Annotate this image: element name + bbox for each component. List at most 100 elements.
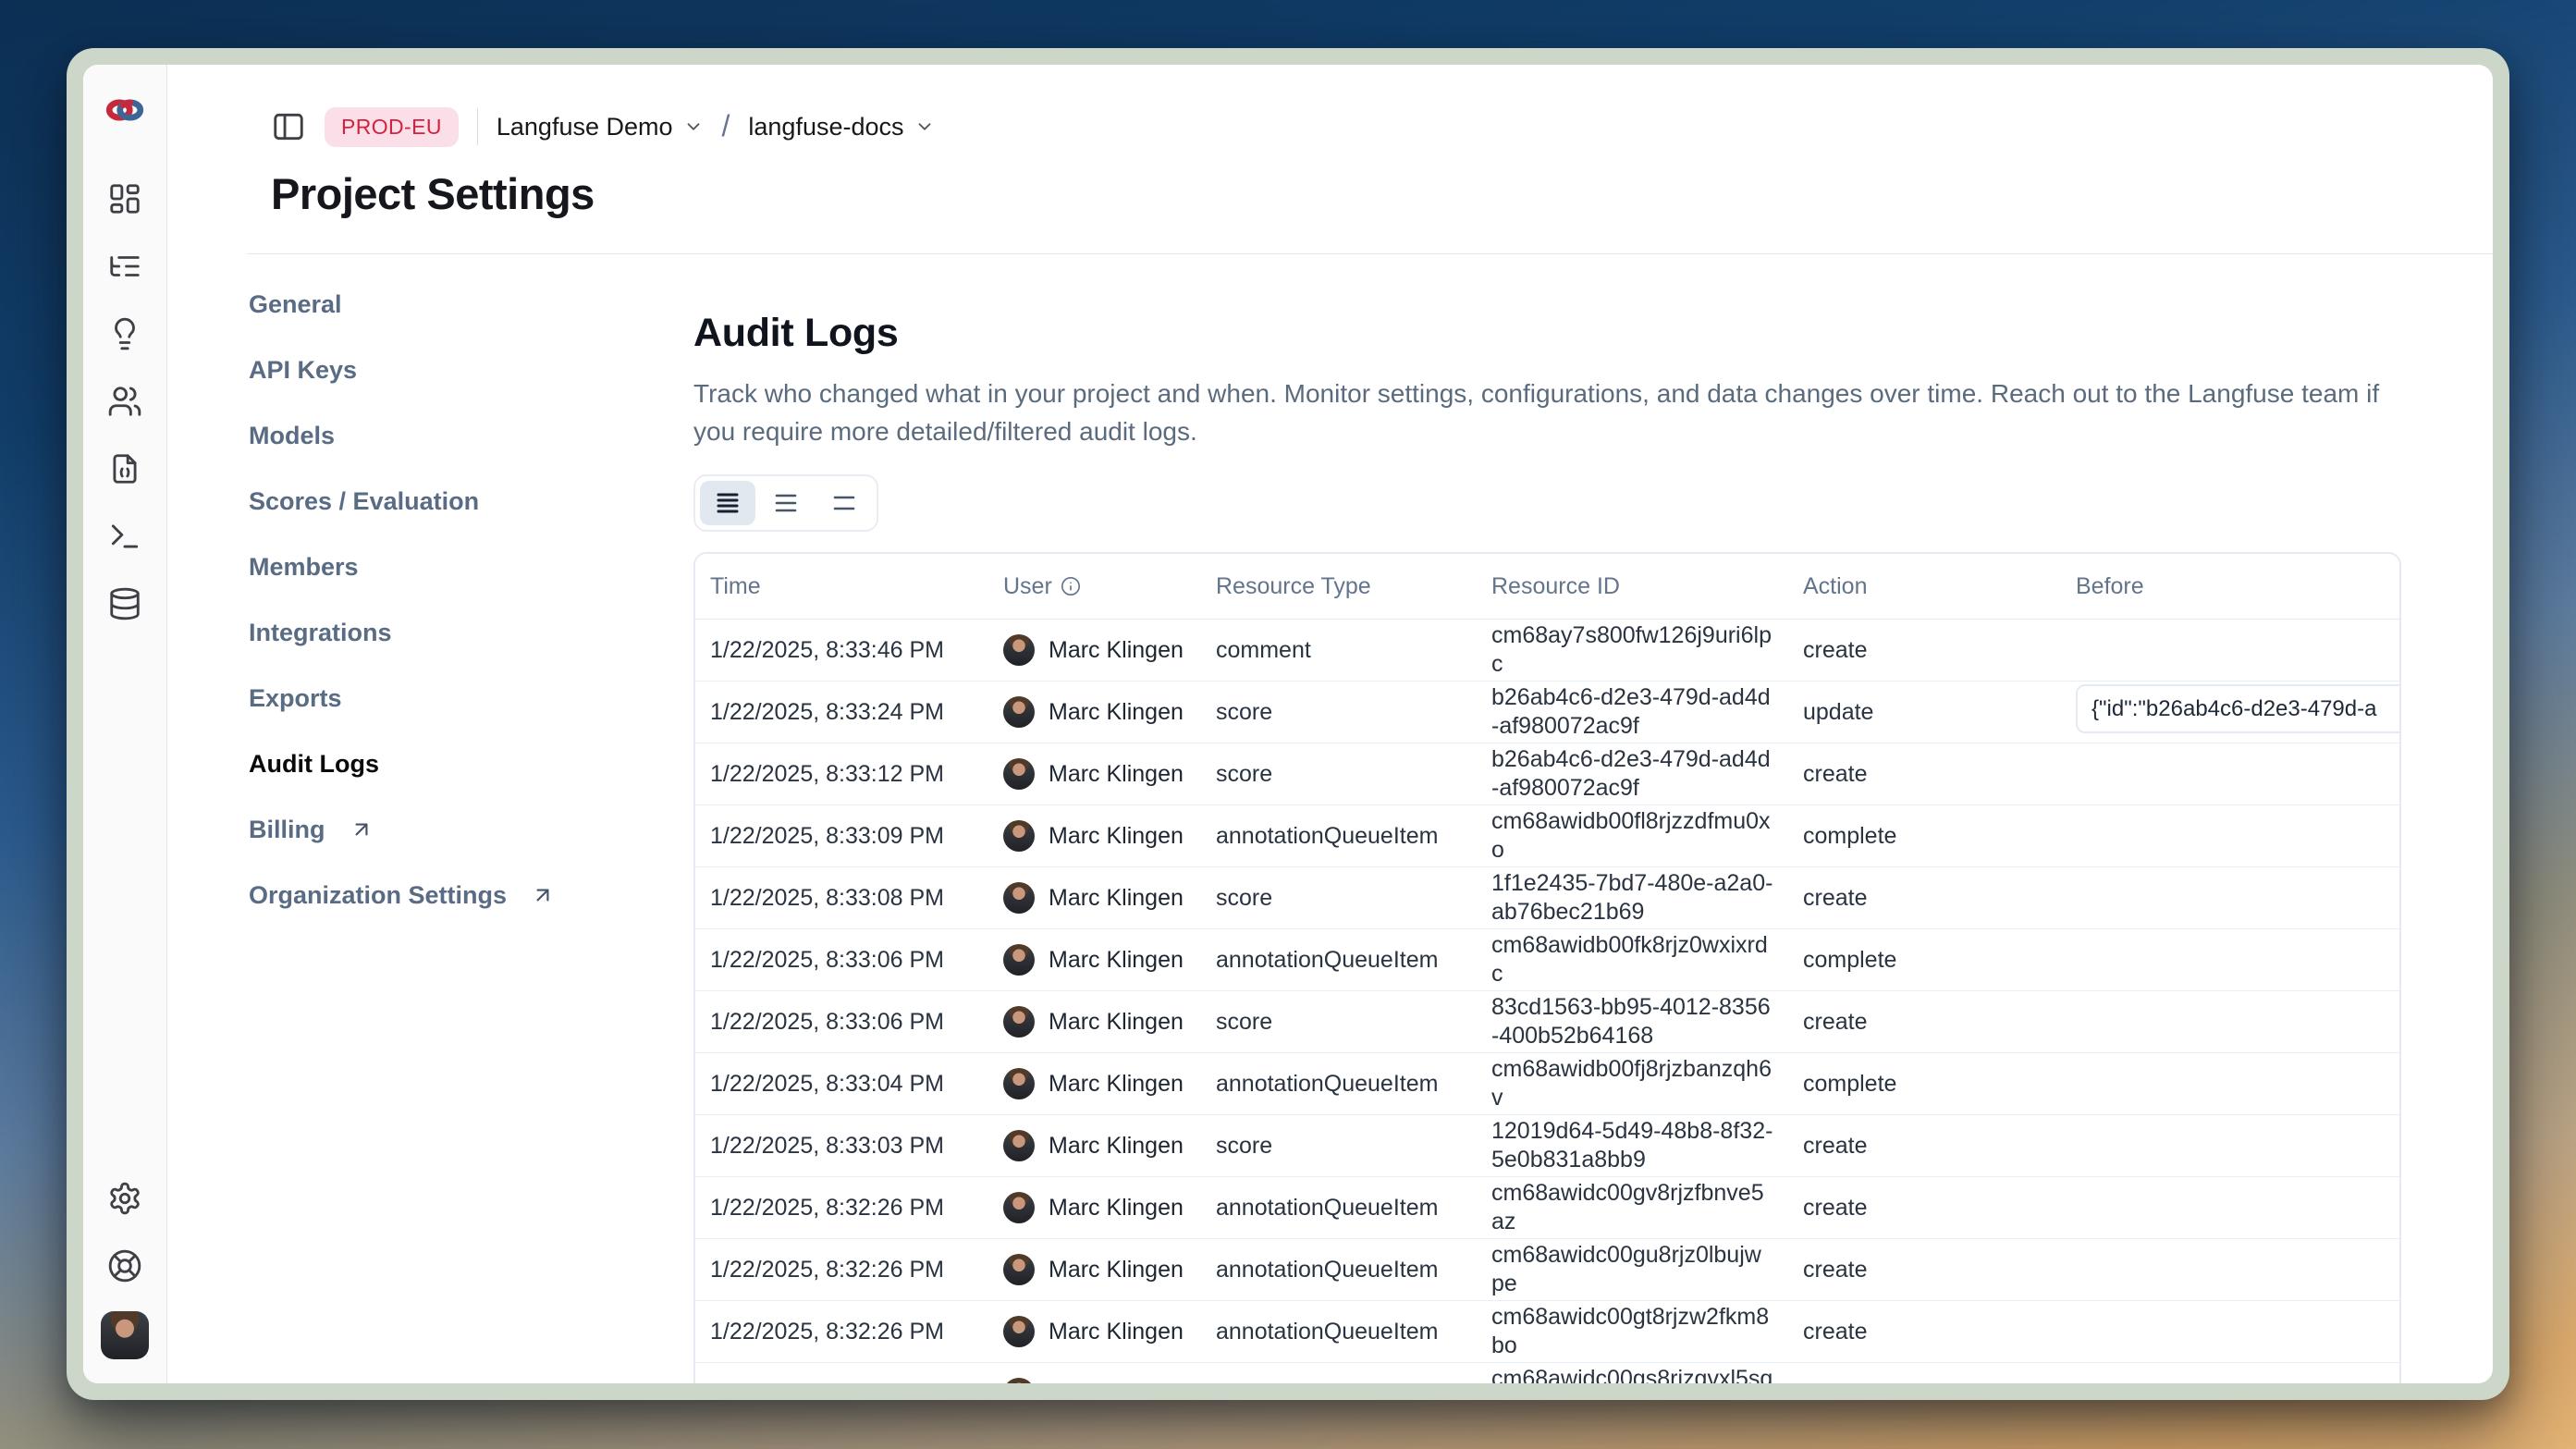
cell-resource-id: 12019d64-5d49-48b8-8f32-5e0b831a8bb9 bbox=[1477, 1115, 1788, 1177]
cell-action: complete bbox=[1788, 929, 2061, 991]
cell-resource-type: score bbox=[1201, 991, 1477, 1053]
chevron-down-icon bbox=[914, 117, 935, 137]
column-header-user: User bbox=[988, 554, 1201, 620]
cell-resource-type: annotationQueueItem bbox=[1201, 929, 1477, 991]
main-area: PROD-EU Langfuse Demo / langfuse-docs Pr… bbox=[167, 65, 2493, 1383]
playground-terminal-icon[interactable] bbox=[104, 515, 146, 558]
user-avatar bbox=[1003, 1316, 1035, 1347]
cell-action: complete bbox=[1788, 805, 2061, 867]
column-header-resource-type: Resource Type bbox=[1201, 554, 1477, 620]
table-row: 1/22/2025, 8:33:04 PM Marc Klingen annot… bbox=[695, 1053, 2399, 1115]
cell-before bbox=[2061, 1301, 2399, 1363]
row-height-small-button[interactable] bbox=[816, 481, 872, 525]
cell-time: 1/22/2025, 8:32:26 PM bbox=[695, 1301, 988, 1363]
cell-action: create bbox=[1788, 743, 2061, 805]
nav-item-label: Members bbox=[249, 553, 359, 582]
project-name: langfuse-docs bbox=[748, 113, 903, 141]
row-height-large-button[interactable] bbox=[700, 481, 755, 525]
cell-resource-type: annotationQueueItem bbox=[1201, 805, 1477, 867]
cell-resource-id: b26ab4c6-d2e3-479d-ad4d-af980072ac9f bbox=[1477, 682, 1788, 743]
cell-resource-type: annotationQueueItem bbox=[1201, 1301, 1477, 1363]
user-name: Marc Klingen bbox=[1049, 884, 1184, 913]
cell-user: Marc Klingen bbox=[988, 1363, 1201, 1384]
cell-user: Marc Klingen bbox=[988, 805, 1201, 867]
row-height-medium-button[interactable] bbox=[758, 481, 814, 525]
lightbulb-icon[interactable] bbox=[104, 313, 146, 355]
cell-time: 1/22/2025, 8:33:24 PM bbox=[695, 682, 988, 743]
user-avatar bbox=[1003, 882, 1035, 914]
prompts-file-icon[interactable] bbox=[104, 448, 146, 490]
table-row: 1/22/2025, 8:33:46 PM Marc Klingen comme… bbox=[695, 620, 2399, 682]
settings-nav-item-general[interactable]: General bbox=[249, 284, 693, 325]
sidebar-toggle-icon[interactable] bbox=[271, 109, 306, 144]
user-name: Marc Klingen bbox=[1049, 946, 1184, 975]
project-selector[interactable]: langfuse-docs bbox=[748, 113, 934, 141]
table-row: 1/22/2025, 8:33:09 PM Marc Klingen annot… bbox=[695, 805, 2399, 867]
settings-nav-item-integrations[interactable]: Integrations bbox=[249, 612, 693, 653]
langfuse-logo[interactable] bbox=[104, 89, 146, 131]
settings-nav-item-organization-settings[interactable]: Organization Settings bbox=[249, 875, 693, 915]
cell-resource-id: cm68awidb00fj8rjzbanzqh6v bbox=[1477, 1053, 1788, 1115]
settings-nav-item-billing[interactable]: Billing bbox=[249, 809, 693, 850]
cell-resource-id: cm68awidc00gt8rjzw2fkm8bo bbox=[1477, 1301, 1788, 1363]
cell-action: create bbox=[1788, 1177, 2061, 1239]
cell-resource-type: annotationQueueItem bbox=[1201, 1363, 1477, 1384]
settings-nav-item-scores-evaluation[interactable]: Scores / Evaluation bbox=[249, 481, 693, 522]
cell-user: Marc Klingen bbox=[988, 929, 1201, 991]
settings-nav-item-api-keys[interactable]: API Keys bbox=[249, 350, 693, 390]
nav-item-label: Models bbox=[249, 422, 335, 450]
cell-action: create bbox=[1788, 620, 2061, 682]
cell-before bbox=[2061, 867, 2399, 929]
user-avatar bbox=[1003, 1006, 1035, 1038]
cell-resource-id: cm68awidc00gu8rjz0lbujwpe bbox=[1477, 1239, 1788, 1301]
user-avatar[interactable] bbox=[101, 1311, 149, 1359]
cell-resource-id: 1f1e2435-7bd7-480e-a2a0-ab76bec21b69 bbox=[1477, 867, 1788, 929]
cell-resource-type: comment bbox=[1201, 620, 1477, 682]
settings-nav-item-audit-logs[interactable]: Audit Logs bbox=[249, 743, 693, 784]
user-avatar bbox=[1003, 944, 1035, 976]
cell-resource-id: cm68awidb00fl8rjzzdfmu0xo bbox=[1477, 805, 1788, 867]
settings-nav-item-exports[interactable]: Exports bbox=[249, 678, 693, 718]
user-name: Marc Klingen bbox=[1049, 636, 1184, 665]
arrow-up-right-icon bbox=[531, 883, 555, 907]
environment-badge[interactable]: PROD-EU bbox=[325, 107, 459, 147]
section-description: Track who changed what in your project a… bbox=[693, 375, 2401, 450]
icon-rail bbox=[83, 65, 167, 1383]
cell-resource-id: cm68ay7s800fw126j9uri6lpc bbox=[1477, 620, 1788, 682]
nav-item-label: API Keys bbox=[249, 356, 357, 385]
row-height-toggle bbox=[693, 474, 878, 532]
cell-time: 1/22/2025, 8:33:08 PM bbox=[695, 867, 988, 929]
cell-before bbox=[2061, 1115, 2399, 1177]
cell-user: Marc Klingen bbox=[988, 1115, 1201, 1177]
users-icon[interactable] bbox=[104, 380, 146, 423]
nav-item-label: Billing bbox=[249, 816, 325, 844]
cell-user: Marc Klingen bbox=[988, 867, 1201, 929]
settings-nav-item-members[interactable]: Members bbox=[249, 546, 693, 587]
settings-gear-icon[interactable] bbox=[104, 1177, 146, 1220]
section-title: Audit Logs bbox=[693, 310, 2401, 356]
cell-time: 1/22/2025, 8:32:26 PM bbox=[695, 1177, 988, 1239]
cell-before bbox=[2061, 743, 2399, 805]
cell-time: 1/22/2025, 8:33:09 PM bbox=[695, 805, 988, 867]
datasets-database-icon[interactable] bbox=[104, 583, 146, 625]
cell-action: create bbox=[1788, 1301, 2061, 1363]
cell-action: create bbox=[1788, 1363, 2061, 1384]
dashboard-icon[interactable] bbox=[104, 178, 146, 220]
settings-nav-item-models[interactable]: Models bbox=[249, 415, 693, 456]
user-name: Marc Klingen bbox=[1049, 698, 1184, 727]
cell-user: Marc Klingen bbox=[988, 1301, 1201, 1363]
cell-before bbox=[2061, 929, 2399, 991]
arrow-up-right-icon bbox=[350, 817, 374, 841]
page-header: PROD-EU Langfuse Demo / langfuse-docs Pr… bbox=[167, 65, 2493, 220]
cell-before bbox=[2061, 620, 2399, 682]
column-header-before: Before bbox=[2061, 554, 2399, 620]
tracing-tree-icon[interactable] bbox=[104, 245, 146, 288]
before-value-box[interactable]: {"id":"b26ab4c6-d2e3-479d-a bbox=[2076, 684, 2401, 733]
cell-action: create bbox=[1788, 991, 2061, 1053]
nav-item-label: Exports bbox=[249, 684, 342, 713]
support-lifebuoy-icon[interactable] bbox=[104, 1245, 146, 1287]
cell-user: Marc Klingen bbox=[988, 620, 1201, 682]
cell-time: 1/22/2025, 8:33:12 PM bbox=[695, 743, 988, 805]
organization-selector[interactable]: Langfuse Demo bbox=[497, 113, 704, 141]
cell-time: 1/22/2025, 8:33:06 PM bbox=[695, 991, 988, 1053]
